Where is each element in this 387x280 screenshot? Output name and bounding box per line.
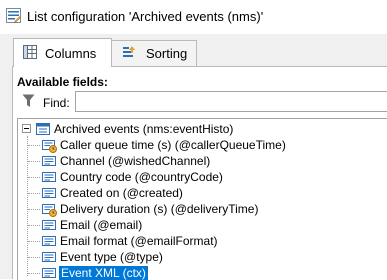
field-clock-icon xyxy=(42,140,57,153)
columns-grid-icon xyxy=(23,45,37,59)
tree-item-label: Email (@email) xyxy=(60,218,143,232)
tree-connector xyxy=(28,225,40,226)
tree-connector xyxy=(28,257,40,258)
tab-sorting-label: Sorting xyxy=(146,46,188,61)
tree-item-label: Country code (@countryCode) xyxy=(60,170,223,184)
columns-panel: Available fields: Find: Archived events … xyxy=(12,66,387,280)
window-title: List configuration 'Archived events (nms… xyxy=(27,9,264,24)
tree-guide-line xyxy=(27,136,28,276)
field-icon xyxy=(42,236,56,246)
tab-columns[interactable]: Columns xyxy=(13,38,112,67)
sort-icon xyxy=(123,46,135,57)
tree-item-label: Event XML (ctx) xyxy=(58,265,149,280)
tab-columns-label: Columns xyxy=(45,46,97,61)
edit-list-icon xyxy=(6,8,21,23)
tree-connector xyxy=(28,145,40,146)
field-icon xyxy=(42,172,56,182)
tab-sorting[interactable]: Sorting xyxy=(111,40,197,66)
dialog-body: Columns Sorting Available fields: Find: xyxy=(0,34,387,280)
collapse-toggle[interactable] xyxy=(22,124,31,133)
tree-item-label: Created on (@created) xyxy=(60,186,183,200)
available-fields-label: Available fields: xyxy=(17,75,108,89)
tree-connector xyxy=(28,193,40,194)
field-icon xyxy=(42,188,56,198)
tree-root-label: Archived events (nms:eventHisto) xyxy=(54,122,234,136)
field-icon xyxy=(42,220,56,230)
tree-connector xyxy=(28,161,40,162)
filter-icon xyxy=(22,94,35,107)
find-label: Find: xyxy=(43,96,70,110)
find-input[interactable] xyxy=(75,91,387,112)
tree-item-label: Delivery duration (s) (@deliveryTime) xyxy=(60,202,259,216)
tree-connector xyxy=(28,177,40,178)
title-bar: List configuration 'Archived events (nms… xyxy=(0,0,387,34)
tree-item-label: Event type (@type) xyxy=(60,250,163,264)
tree-item-label: Caller queue time (s) (@callerQueueTime) xyxy=(60,138,286,152)
field-icon xyxy=(42,156,56,166)
tree-connector xyxy=(28,241,40,242)
field-icon xyxy=(42,252,56,262)
field-icon xyxy=(42,268,56,278)
tree-connector xyxy=(28,273,40,274)
fields-tree[interactable]: Archived events (nms:eventHisto) Caller … xyxy=(17,118,387,280)
tree-connector xyxy=(28,209,40,210)
tree-item-label: Channel (@wishedChannel) xyxy=(60,154,211,168)
tree-item-label: Email format (@emailFormat) xyxy=(60,234,218,248)
field-clock-icon xyxy=(42,204,57,217)
table-icon xyxy=(36,123,50,135)
